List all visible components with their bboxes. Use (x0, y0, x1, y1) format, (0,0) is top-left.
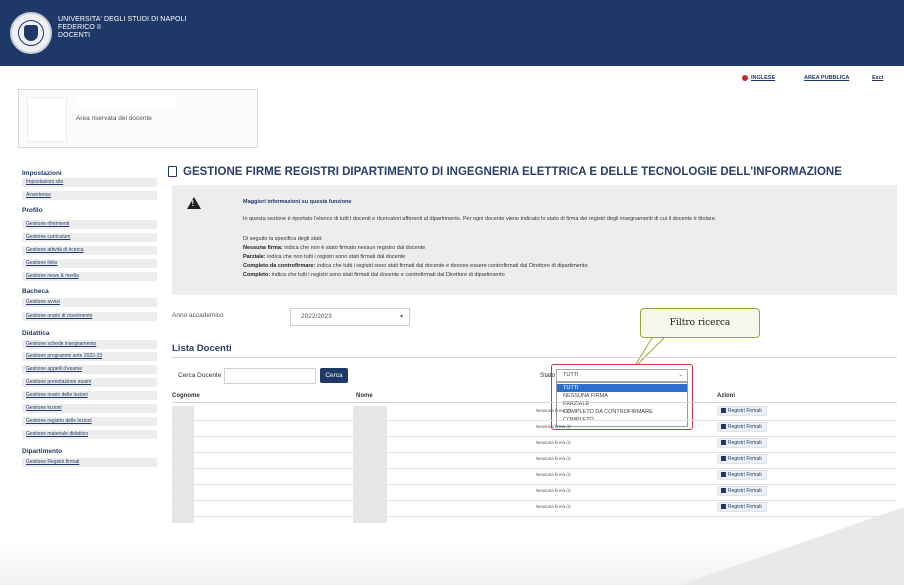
row-divider (172, 484, 897, 485)
registri-firmati-button[interactable]: Registri Firmati (717, 454, 767, 464)
cerca-docente-label: Cerca Docente (178, 372, 222, 379)
signature-icon (721, 504, 726, 509)
header-university-subname: FEDERICO II (58, 24, 102, 31)
anno-accademico-select[interactable]: 2022/2023 ▾ (290, 308, 410, 326)
cognome-column-redacted (172, 406, 194, 523)
avatar (27, 97, 67, 142)
header-university-name: UNIVERSITA' DEGLI STUDI DI NAPOLI (58, 16, 187, 23)
sidebar-heading-impostazioni: Impostazioni (22, 170, 62, 177)
registri-firmati-button[interactable]: Registri Firmati (717, 422, 767, 432)
table-row-stato: Nessuna firma (!) (536, 440, 571, 445)
filtro-ricerca-callout: Filtro ricerca (640, 308, 760, 338)
university-seal-logo[interactable] (10, 12, 52, 54)
sidebar-heading-dipartimento: Dipartimento (22, 448, 63, 455)
row-divider (172, 516, 897, 517)
table-row-stato: Nessuna firma (!) (536, 488, 571, 493)
sidebar-item-gestione-prenotazione-esami[interactable]: Gestione prenotazione esami (22, 378, 157, 387)
page-title: GESTIONE FIRME REGISTRI DIPARTIMENTO DI … (183, 166, 842, 178)
cerca-button[interactable]: Cerca (320, 368, 348, 383)
profile-card: Area riservata del docente (18, 89, 258, 148)
sidebar-item-gestione-registro-lezioni[interactable]: Gestione registro delle lezioni (22, 417, 157, 426)
anno-accademico-value: 2022/2023 (301, 313, 332, 320)
column-header-nome: Nome (356, 393, 373, 399)
divider (172, 357, 897, 358)
nome-column-redacted (353, 406, 387, 523)
sidebar-item-gestione-registri-firmati[interactable]: Gestione Registri firmati (22, 458, 157, 467)
sidebar-item-gestione-curriculum[interactable]: Gestione curriculum (22, 233, 157, 242)
anno-accademico-label: Anno accademico (172, 312, 224, 319)
info-state-nessuna-firma: Nessuna firma: indica che non è stato fi… (243, 245, 426, 251)
info-state-completo: Completo: indica che tutti i registri so… (243, 272, 505, 278)
table-row-stato: Nessuna firma (!) (536, 408, 571, 413)
sidebar-item-gestione-links[interactable]: Gestione links (22, 259, 157, 268)
row-divider (172, 452, 897, 453)
info-heading: Maggiori informazioni su questa funzione (243, 199, 352, 205)
sidebar-item-gestione-programmi[interactable]: Gestione programmi ante 2022-23 (22, 352, 157, 361)
registri-firmati-button[interactable]: Registri Firmati (717, 406, 767, 416)
column-header-cognome: Cognome (172, 393, 200, 399)
row-divider (172, 420, 897, 421)
cerca-docente-input[interactable] (224, 368, 316, 384)
row-divider (172, 436, 897, 437)
sidebar-item-impostazioni-sito[interactable]: Impostazioni sito (22, 178, 157, 187)
sidebar-item-gestione-materiale-didattico[interactable]: Gestione materiale didattico (22, 430, 157, 439)
link-area-pubblica[interactable]: AREA PUBBLICA (804, 75, 849, 81)
sidebar-item-gestione-appelli[interactable]: Gestione appelli d'esame (22, 365, 157, 374)
chevron-down-icon: ▾ (399, 314, 403, 320)
link-esci[interactable]: Esci (872, 75, 883, 81)
sidebar-item-gestione-avvisi[interactable]: Gestione avvisi (22, 298, 157, 307)
sidebar-heading-didattica: Didattica (22, 330, 50, 337)
sidebar-item-gestione-orario-ricevimento[interactable]: Gestione orario di ricevimento (22, 312, 157, 321)
table-row-stato: Nessuna firma (!) (536, 456, 571, 461)
row-divider (172, 500, 897, 501)
sidebar-item-avvertenze[interactable]: Avvertenze (22, 191, 157, 200)
signature-icon (721, 488, 726, 493)
info-intro: In questa sezione è riportato l'elenco d… (243, 216, 717, 222)
divider (172, 402, 897, 403)
sidebar-heading-profilo: Profilo (22, 207, 43, 214)
column-header-azioni: Azioni (717, 393, 735, 399)
docente-name-redacted (76, 97, 176, 107)
signature-icon (721, 456, 726, 461)
info-state-parziale: Parziale: indica che non tutti i registr… (243, 254, 406, 260)
registri-firmati-button[interactable]: Registri Firmati (717, 470, 767, 480)
signature-icon (721, 440, 726, 445)
document-icon (168, 166, 177, 177)
table-row-stato: Nessuna firma (!) (536, 424, 571, 429)
registri-firmati-button[interactable]: Registri Firmati (717, 486, 767, 496)
info-spec: Di seguito la specifica degli stati: (243, 236, 323, 242)
area-riservata-label: Area riservata del docente (76, 115, 152, 122)
sidebar-item-gestione-lezioni[interactable]: Gestione lezioni (22, 404, 157, 413)
row-divider (172, 468, 897, 469)
sidebar-item-gestione-attivita-ricerca[interactable]: Gestione attività di ricerca (22, 246, 157, 255)
signature-icon (721, 408, 726, 413)
sidebar-item-gestione-schede-insegnamento[interactable]: Gestione schede insegnamento (22, 340, 157, 349)
header-section-name: DOCENTI (58, 32, 91, 39)
table-row-stato: Nessuna firma (!) (536, 472, 571, 477)
signature-icon (721, 424, 726, 429)
link-inglese[interactable]: INGLESE (751, 75, 775, 81)
lista-docenti-title: Lista Docenti (172, 343, 232, 354)
sidebar-item-gestione-news-media[interactable]: Gestione news & media (22, 272, 157, 281)
sidebar-heading-bacheca: Bacheca (22, 288, 49, 295)
callout-pointer (635, 337, 665, 365)
registri-firmati-button[interactable]: Registri Firmati (717, 438, 767, 448)
info-box: ! Maggiori informazioni su questa funzio… (172, 185, 897, 295)
sidebar-item-gestione-riferimenti[interactable]: Gestione riferimenti (22, 220, 157, 229)
warning-exclamation-icon: ! (191, 199, 195, 208)
top-header-bar: UNIVERSITA' DEGLI STUDI DI NAPOLI FEDERI… (0, 0, 904, 66)
top-links-bar: INGLESE AREA PUBBLICA Esci (644, 75, 904, 85)
sidebar-item-gestione-orario-lezioni[interactable]: Gestione orario delle lezioni (22, 391, 157, 400)
uk-flag-icon (742, 75, 748, 81)
table-row-stato: Nessuna firma (!) (536, 504, 571, 509)
info-state-completo-da-controfirmare: Completo da controfirmare: indica che tu… (243, 263, 588, 269)
registri-firmati-button[interactable]: Registri Firmati (717, 502, 767, 512)
signature-icon (721, 472, 726, 477)
